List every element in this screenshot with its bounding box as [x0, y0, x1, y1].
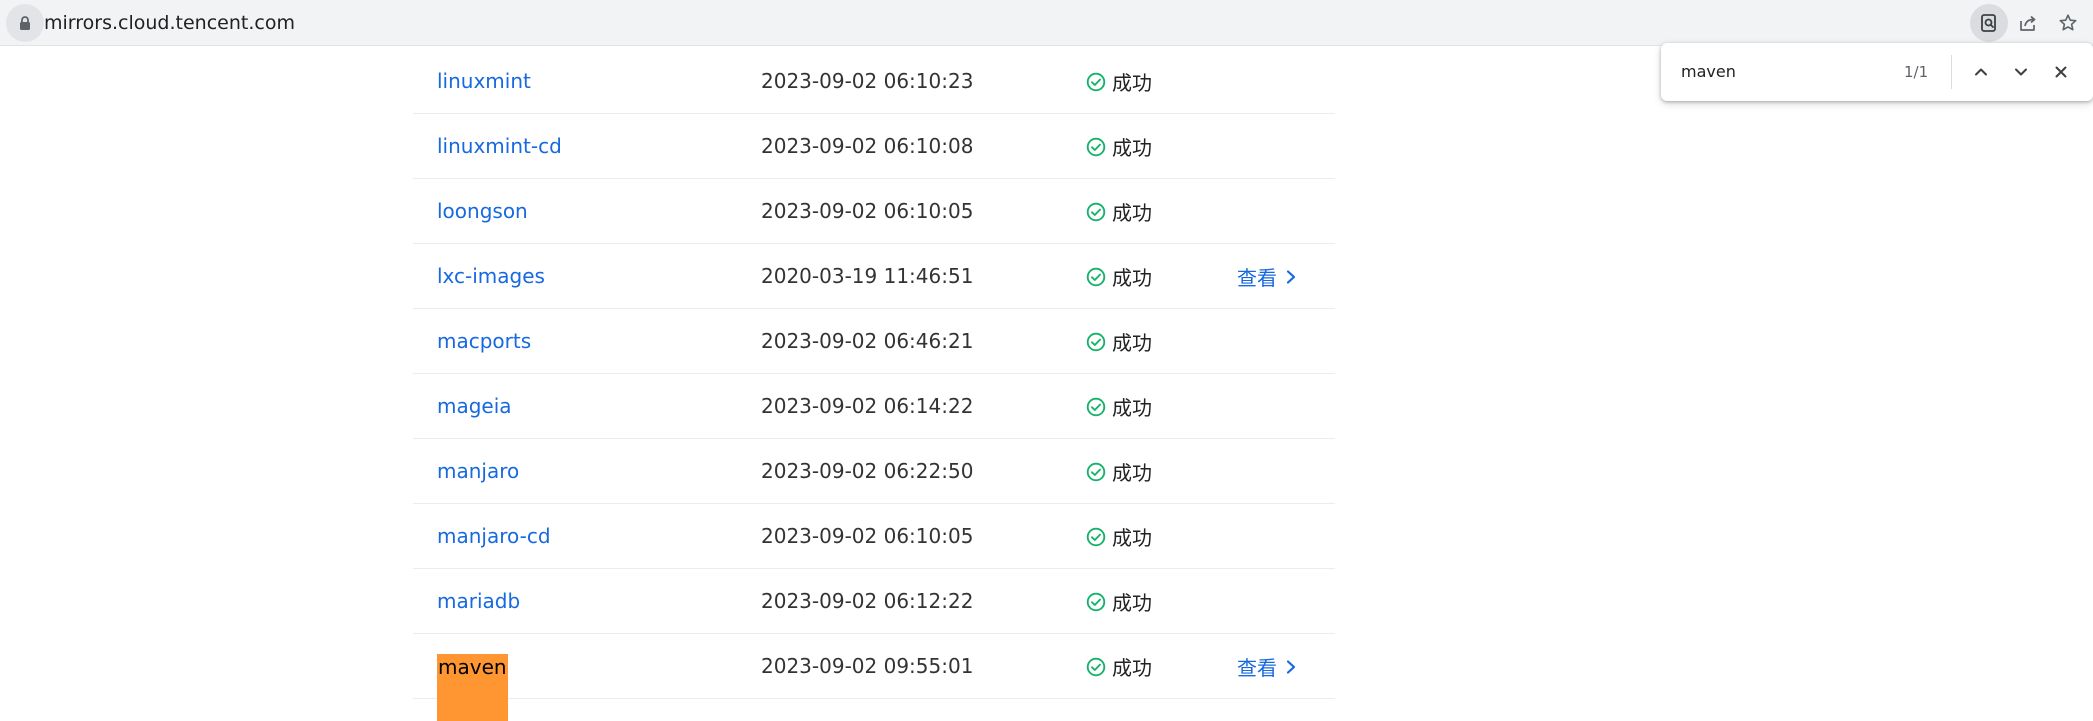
sync-status: 成功 [1086, 374, 1152, 439]
find-bar: maven 1/1 [1661, 43, 2093, 101]
chevron-down-icon [2015, 68, 2027, 76]
table-row: macports 2023-09-02 06:46:21 成功 [413, 309, 1335, 374]
status-label: 成功 [1112, 461, 1152, 485]
status-label: 成功 [1112, 201, 1152, 225]
find-close-button[interactable] [2041, 52, 2081, 92]
check-circle-icon [1086, 202, 1106, 221]
last-sync-time: 2023-09-02 06:14:22 [761, 394, 974, 418]
status-label: 成功 [1112, 656, 1152, 680]
mirror-name-link[interactable]: mariadb [437, 569, 520, 634]
mirror-name-link[interactable]: lxc-images [437, 244, 545, 309]
last-sync-time: 2023-09-02 06:46:21 [761, 329, 974, 353]
table-row: manjaro 2023-09-02 06:22:50 成功 [413, 439, 1335, 504]
status-label: 成功 [1112, 591, 1152, 615]
find-previous-button[interactable] [1961, 52, 2001, 92]
view-details-label: 查看 [1237, 656, 1277, 680]
address-bar: mirrors.cloud.tencent.com [0, 0, 2093, 46]
table-row: lxc-images 2020-03-19 11:46:51 成功 查看 [413, 244, 1335, 309]
last-sync-time: 2023-09-02 06:10:05 [761, 199, 974, 223]
last-sync-time: 2023-09-02 06:22:50 [761, 459, 974, 483]
find-next-button[interactable] [2001, 52, 2041, 92]
last-sync-time: 2020-03-19 11:46:51 [761, 264, 974, 288]
check-circle-icon [1086, 397, 1106, 416]
check-circle-icon [1086, 137, 1106, 156]
mirror-name-link[interactable]: macports [437, 309, 531, 374]
url-field[interactable]: mirrors.cloud.tencent.com [44, 0, 295, 46]
sync-status: 成功 [1086, 569, 1152, 634]
mirror-list-table: linuxmint 2023-09-02 06:10:23 成功 linuxmint-… [413, 49, 1335, 721]
mirror-name-link[interactable]: mageia [437, 374, 512, 439]
find-divider [1951, 55, 1952, 89]
table-row: loongson 2023-09-02 06:10:05 成功 [413, 179, 1335, 244]
sync-status: 成功 [1086, 114, 1152, 179]
table-row: maven 2023-09-02 09:55:01 成功 查看 [413, 634, 1335, 721]
mirror-name-link[interactable]: maven [437, 654, 508, 721]
check-circle-icon [1086, 332, 1106, 351]
find-input[interactable]: maven [1681, 43, 1881, 101]
mirror-name-link[interactable]: loongson [437, 179, 528, 244]
table-row: linuxmint-cd 2023-09-02 06:10:08 成功 [413, 114, 1335, 179]
view-details-link[interactable]: 查看 [1237, 244, 1297, 309]
status-label: 成功 [1112, 526, 1152, 550]
last-sync-time: 2023-09-02 06:10:08 [761, 134, 974, 158]
sync-status: 成功 [1086, 439, 1152, 504]
page-search-icon [1981, 14, 1996, 32]
sync-status: 成功 [1086, 634, 1152, 699]
sync-status: 成功 [1086, 244, 1152, 309]
last-sync-time: 2023-09-02 06:12:22 [761, 589, 974, 613]
site-info-button[interactable] [6, 4, 44, 42]
lock-icon [20, 16, 30, 30]
table-row: manjaro-cd 2023-09-02 06:10:05 成功 [413, 504, 1335, 569]
status-label: 成功 [1112, 136, 1152, 160]
sync-status: 成功 [1086, 49, 1152, 114]
chevron-up-icon [1975, 68, 1987, 76]
check-circle-icon [1086, 462, 1106, 481]
status-label: 成功 [1112, 331, 1152, 355]
status-label: 成功 [1112, 266, 1152, 290]
find-match-count: 1/1 [1904, 63, 1929, 81]
sync-status: 成功 [1086, 179, 1152, 244]
check-circle-icon [1086, 657, 1106, 676]
table-row: linuxmint 2023-09-02 06:10:23 成功 [413, 49, 1335, 114]
table-row: mageia 2023-09-02 06:14:22 成功 [413, 374, 1335, 439]
check-circle-icon [1086, 267, 1106, 286]
last-sync-time: 2023-09-02 06:10:23 [761, 69, 974, 93]
chevron-right-icon [1286, 269, 1296, 284]
check-circle-icon [1086, 592, 1106, 611]
find-in-page-button[interactable] [1970, 4, 2008, 42]
chevron-right-icon [1286, 659, 1296, 674]
bookmark-button[interactable] [2049, 4, 2087, 42]
last-sync-time: 2023-09-02 06:10:05 [761, 524, 974, 548]
view-details-label: 查看 [1237, 266, 1277, 290]
mirror-name-link[interactable]: linuxmint [437, 49, 531, 114]
status-label: 成功 [1112, 396, 1152, 420]
share-button[interactable] [2009, 4, 2047, 42]
mirror-name-link[interactable]: manjaro-cd [437, 504, 551, 569]
check-circle-icon [1086, 527, 1106, 546]
status-label: 成功 [1112, 71, 1152, 95]
mirror-name-link[interactable]: manjaro [437, 439, 519, 504]
close-icon [2055, 66, 2067, 78]
mirror-name-link[interactable]: linuxmint-cd [437, 114, 562, 179]
last-sync-time: 2023-09-02 09:55:01 [761, 654, 974, 678]
check-circle-icon [1086, 72, 1106, 91]
table-row: mariadb 2023-09-02 06:12:22 成功 [413, 569, 1335, 634]
sync-status: 成功 [1086, 504, 1152, 569]
star-icon [2059, 14, 2077, 31]
sync-status: 成功 [1086, 309, 1152, 374]
view-details-link[interactable]: 查看 [1237, 634, 1297, 699]
share-icon [2020, 15, 2036, 31]
